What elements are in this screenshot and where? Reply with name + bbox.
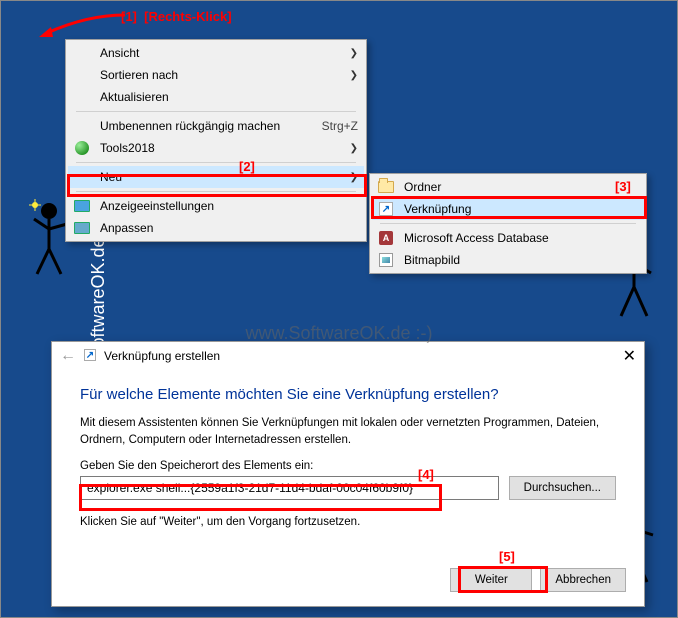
personalize-icon: [74, 220, 90, 236]
desktop-background[interactable]: www.SoftwareOK.de :-) www.SoftwareOK.de …: [1, 1, 677, 617]
dialog-footer: Weiter Abbrechen: [450, 568, 626, 592]
menu-anzeige[interactable]: Anzeigeeinstellungen: [68, 195, 364, 217]
submenu-bitmap[interactable]: Bitmapbild: [372, 249, 644, 271]
menu-ansicht[interactable]: Ansicht ❯: [68, 42, 364, 64]
chevron-right-icon: ❯: [350, 172, 358, 183]
menu-label: Anzeigeeinstellungen: [100, 199, 358, 213]
browse-button[interactable]: Durchsuchen...: [509, 476, 616, 500]
access-icon: A: [378, 230, 394, 246]
dialog-description: Mit diesem Assistenten können Sie Verknü…: [80, 415, 616, 448]
menu-separator: [76, 191, 356, 192]
cancel-button[interactable]: Abbrechen: [540, 568, 626, 592]
menu-separator: [380, 223, 636, 224]
menu-label: Verknüpfung: [404, 202, 638, 216]
menu-umbenennen[interactable]: Umbenennen rückgängig machen Strg+Z: [68, 115, 364, 137]
dialog-body: Für welche Elemente möchten Sie eine Ver…: [52, 370, 644, 555]
annotation-3: [3]: [615, 179, 631, 194]
menu-aktualisieren[interactable]: Aktualisieren: [68, 86, 364, 108]
menu-separator: [76, 111, 356, 112]
annotation-1: [1] [Rechts-Klick]: [121, 9, 232, 24]
dialog-titlebar: ← Verknüpfung erstellen ✕: [52, 342, 644, 370]
annotation-arrow: [37, 11, 127, 39]
submenu-verknupfung[interactable]: Verknüpfung: [372, 198, 644, 220]
menu-label: Sortieren nach: [100, 68, 350, 82]
chevron-right-icon: ❯: [350, 143, 358, 154]
menu-neu[interactable]: Neu ❯: [68, 166, 364, 188]
menu-separator: [76, 162, 356, 163]
folder-icon: [378, 179, 394, 195]
menu-label: Tools2018: [100, 141, 350, 155]
next-button[interactable]: Weiter: [450, 568, 532, 592]
menu-sortieren[interactable]: Sortieren nach ❯: [68, 64, 364, 86]
input-label: Geben Sie den Speicherort des Elements e…: [80, 460, 616, 472]
dialog-title: Verknüpfung erstellen: [104, 349, 220, 363]
menu-label: Microsoft Access Database: [404, 231, 638, 245]
back-icon[interactable]: ←: [60, 347, 76, 365]
menu-tools[interactable]: Tools2018 ❯: [68, 137, 364, 159]
menu-label: Anpassen: [100, 221, 358, 235]
menu-shortcut: Strg+Z: [322, 119, 358, 133]
shortcut-icon: [378, 201, 394, 217]
close-icon[interactable]: ✕: [623, 346, 636, 366]
display-icon: [74, 198, 90, 214]
submenu-access[interactable]: A Microsoft Access Database: [372, 227, 644, 249]
menu-label: Ordner: [404, 180, 638, 194]
menu-label: Bitmapbild: [404, 253, 638, 267]
annotation-5: [5]: [499, 549, 515, 564]
dialog-heading: Für welche Elemente möchten Sie eine Ver…: [80, 386, 616, 403]
chevron-right-icon: ❯: [350, 70, 358, 81]
tools-icon: [74, 140, 90, 156]
chevron-right-icon: ❯: [350, 48, 358, 59]
annotation-2: [2]: [239, 159, 255, 174]
menu-label: Neu: [100, 170, 350, 184]
desktop-context-menu: Ansicht ❯ Sortieren nach ❯ Aktualisieren…: [65, 39, 367, 242]
neu-submenu: Ordner Verknüpfung A Microsoft Access Da…: [369, 173, 647, 274]
dialog-hint: Klicken Sie auf "Weiter", um den Vorgang…: [80, 514, 616, 531]
bitmap-icon: [378, 252, 394, 268]
submenu-ordner[interactable]: Ordner: [372, 176, 644, 198]
menu-label: Umbenennen rückgängig machen: [100, 119, 302, 133]
watermark-center: www.SoftwareOK.de :-): [245, 323, 432, 344]
shortcut-icon: [84, 349, 98, 363]
annotation-4: [4]: [418, 467, 434, 482]
menu-anpassen[interactable]: Anpassen: [68, 217, 364, 239]
location-input[interactable]: [80, 476, 499, 500]
create-shortcut-dialog: ← Verknüpfung erstellen ✕ Für welche Ele…: [51, 341, 645, 607]
menu-label: Ansicht: [100, 46, 350, 60]
menu-label: Aktualisieren: [100, 90, 358, 104]
